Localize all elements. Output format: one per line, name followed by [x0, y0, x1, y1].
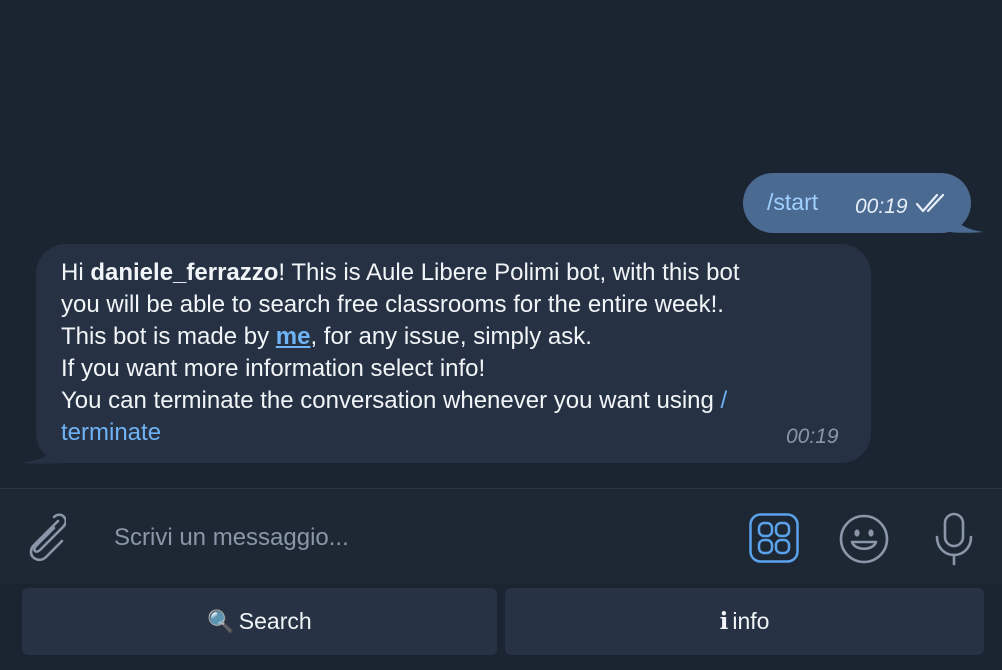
line3-suffix: , for any issue, simply ask.: [310, 323, 592, 350]
author-link[interactable]: me: [276, 323, 311, 350]
incoming-message-bubble: Hi daniele_ferrazzo! This is Aule Libere…: [36, 244, 871, 463]
message-input-bar: [0, 489, 1002, 584]
line2: you will be able to search free classroo…: [61, 291, 724, 318]
line5-prefix: You can terminate the conversation whene…: [61, 387, 721, 414]
line4: If you want more information select info…: [61, 355, 486, 382]
line1-rest: ! This is Aule Libere Polimi bot, with t…: [278, 259, 740, 286]
info-button-label: info: [732, 608, 770, 634]
magnifier-icon: 🔍: [207, 608, 235, 634]
bot-reply-keyboard: 🔍 Search i info: [0, 584, 1002, 670]
greeting-prefix: Hi: [61, 259, 91, 286]
message-input[interactable]: [100, 516, 710, 560]
search-button-label: Search: [238, 608, 312, 634]
chat-area: /start 00:19 Hi daniele_ferrazzo! This i…: [0, 0, 1002, 488]
outgoing-message-bubble[interactable]: /start 00:19: [743, 173, 971, 233]
double-check-icon: [915, 193, 945, 213]
terminate-command-slash[interactable]: /: [721, 387, 728, 414]
emoji-smile-icon[interactable]: [838, 513, 890, 565]
outgoing-message-time: 00:19: [855, 195, 908, 218]
terminate-command[interactable]: terminate: [61, 419, 161, 446]
username: daniele_ferrazzo: [90, 259, 279, 286]
line3-prefix: This bot is made by: [61, 323, 276, 350]
paperclip-icon[interactable]: [20, 513, 66, 563]
bot-keyboard-toggle-icon[interactable]: [749, 513, 799, 563]
incoming-message-time: 00:19: [786, 425, 839, 448]
info-button[interactable]: i info: [505, 588, 984, 655]
outgoing-message-text[interactable]: /start: [767, 189, 818, 216]
microphone-icon[interactable]: [932, 511, 976, 567]
search-button[interactable]: 🔍 Search: [22, 588, 497, 655]
info-icon: i: [719, 608, 729, 635]
incoming-message-text: Hi daniele_ferrazzo! This is Aule Libere…: [61, 257, 851, 449]
